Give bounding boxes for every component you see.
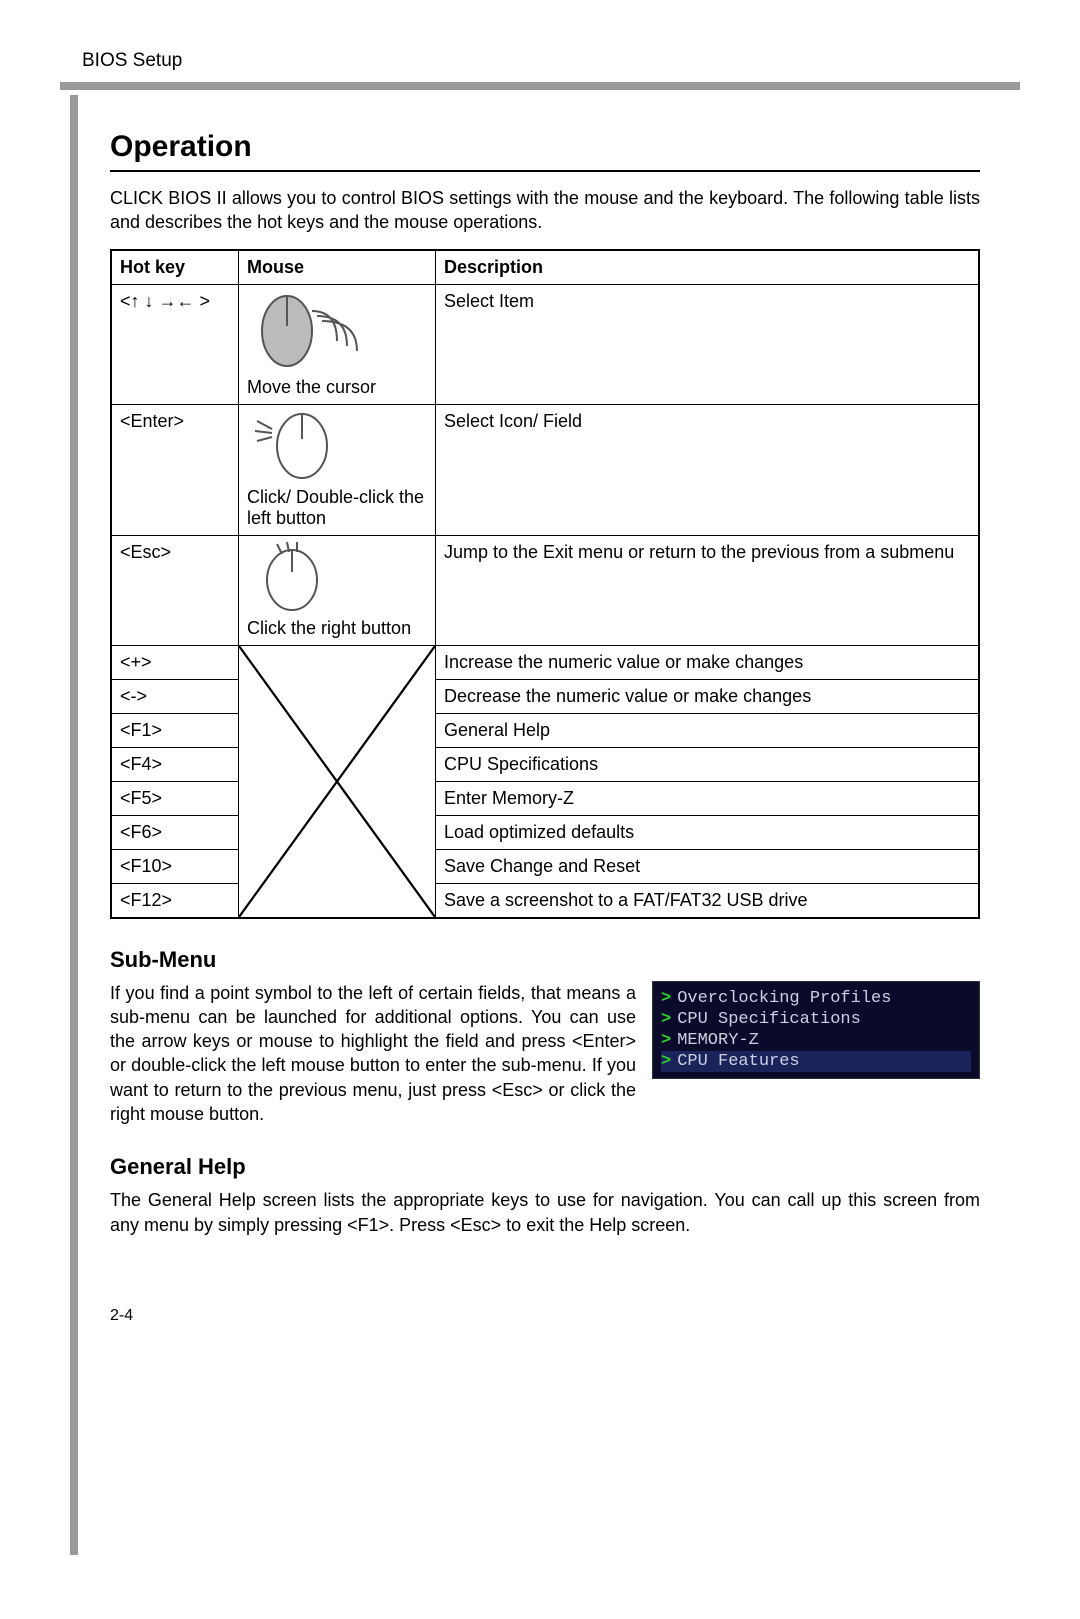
cell-hotkey: <Esc> [111,535,239,645]
cell-desc: Decrease the numeric value or make chang… [436,679,980,713]
general-help-heading: General Help [110,1154,980,1180]
page-number: 2-4 [110,1307,980,1325]
cell-desc: CPU Specifications [436,747,980,781]
submenu-item-highlighted: > CPU Features [661,1051,971,1072]
submenu-screenshot: > Overclocking Profiles > CPU Specificatio… [652,981,980,1079]
submenu-heading: Sub-Menu [110,947,980,973]
table-row: <↑ ↓ →← > Move the cursor Select Item [111,284,979,404]
cell-desc: Load optimized defaults [436,815,980,849]
th-hotkey: Hot key [111,250,239,285]
submenu-item: > Overclocking Profiles [661,988,971,1009]
cell-hotkey: <-> [111,679,239,713]
submenu-item: > CPU Specifications [661,1009,971,1030]
submenu-item-label: CPU Specifications [677,1010,861,1029]
cell-hotkey: <+> [111,645,239,679]
cell-hotkey: <F10> [111,849,239,883]
cell-hotkey: <Enter> [111,404,239,535]
title-rule [110,170,980,172]
content-area: Operation CLICK BIOS II allows you to co… [110,90,980,1325]
cell-hotkey: <↑ ↓ →← > [111,284,239,404]
cell-mouse-na [239,645,436,918]
mouse-label: Click the right button [247,618,427,639]
cell-desc: Jump to the Exit menu or return to the p… [436,535,980,645]
general-help-text: The General Help screen lists the approp… [110,1188,980,1237]
page-title: Operation [110,130,980,164]
chevron-right-icon: > [661,1010,671,1029]
table-header-row: Hot key Mouse Description [111,250,979,285]
cross-icon [239,646,435,917]
th-desc: Description [436,250,980,285]
table-row: <Esc> Click the right button Jump to the… [111,535,979,645]
mouse-label: Click/ Double-click the left button [247,487,427,529]
cell-mouse: Move the cursor [239,284,436,404]
cell-desc: Select Item [436,284,980,404]
submenu-block: > Overclocking Profiles > CPU Specificatio… [110,981,980,1127]
intro-text: CLICK BIOS II allows you to control BIOS… [110,186,980,235]
table-row: <+> Increase the numeric value or make c… [111,645,979,679]
header-rule [60,82,1020,90]
cell-desc: Save Change and Reset [436,849,980,883]
cell-desc: Select Icon/ Field [436,404,980,535]
page: BIOS Setup Operation CLICK BIOS II allow… [0,0,1080,1375]
cell-hotkey: <F5> [111,781,239,815]
mouse-move-icon [247,291,377,371]
mouse-label: Move the cursor [247,377,427,398]
chevron-right-icon: > [661,1031,671,1050]
cell-desc: Save a screenshot to a FAT/FAT32 USB dri… [436,883,980,918]
th-mouse: Mouse [239,250,436,285]
submenu-item-label: CPU Features [677,1052,799,1071]
hotkey-table: Hot key Mouse Description <↑ ↓ →← > Move… [110,249,980,919]
cell-desc: General Help [436,713,980,747]
submenu-item-label: MEMORY-Z [677,1031,759,1050]
mouse-rightclick-icon [247,542,347,612]
cell-mouse: Click the right button [239,535,436,645]
cell-hotkey: <F1> [111,713,239,747]
cell-hotkey: <F12> [111,883,239,918]
submenu-item-label: Overclocking Profiles [677,989,891,1008]
cell-mouse: Click/ Double-click the left button [239,404,436,535]
chevron-right-icon: > [661,989,671,1008]
cell-hotkey: <F4> [111,747,239,781]
header-section-label: BIOS Setup [82,50,1020,72]
cell-desc: Enter Memory-Z [436,781,980,815]
side-rule [70,95,78,1555]
cell-desc: Increase the numeric value or make chang… [436,645,980,679]
table-row: <Enter> Click/ Double-click the left but… [111,404,979,535]
mouse-leftclick-icon [247,411,347,481]
submenu-item: > MEMORY-Z [661,1030,971,1051]
cell-hotkey: <F6> [111,815,239,849]
chevron-right-icon: > [661,1052,671,1071]
